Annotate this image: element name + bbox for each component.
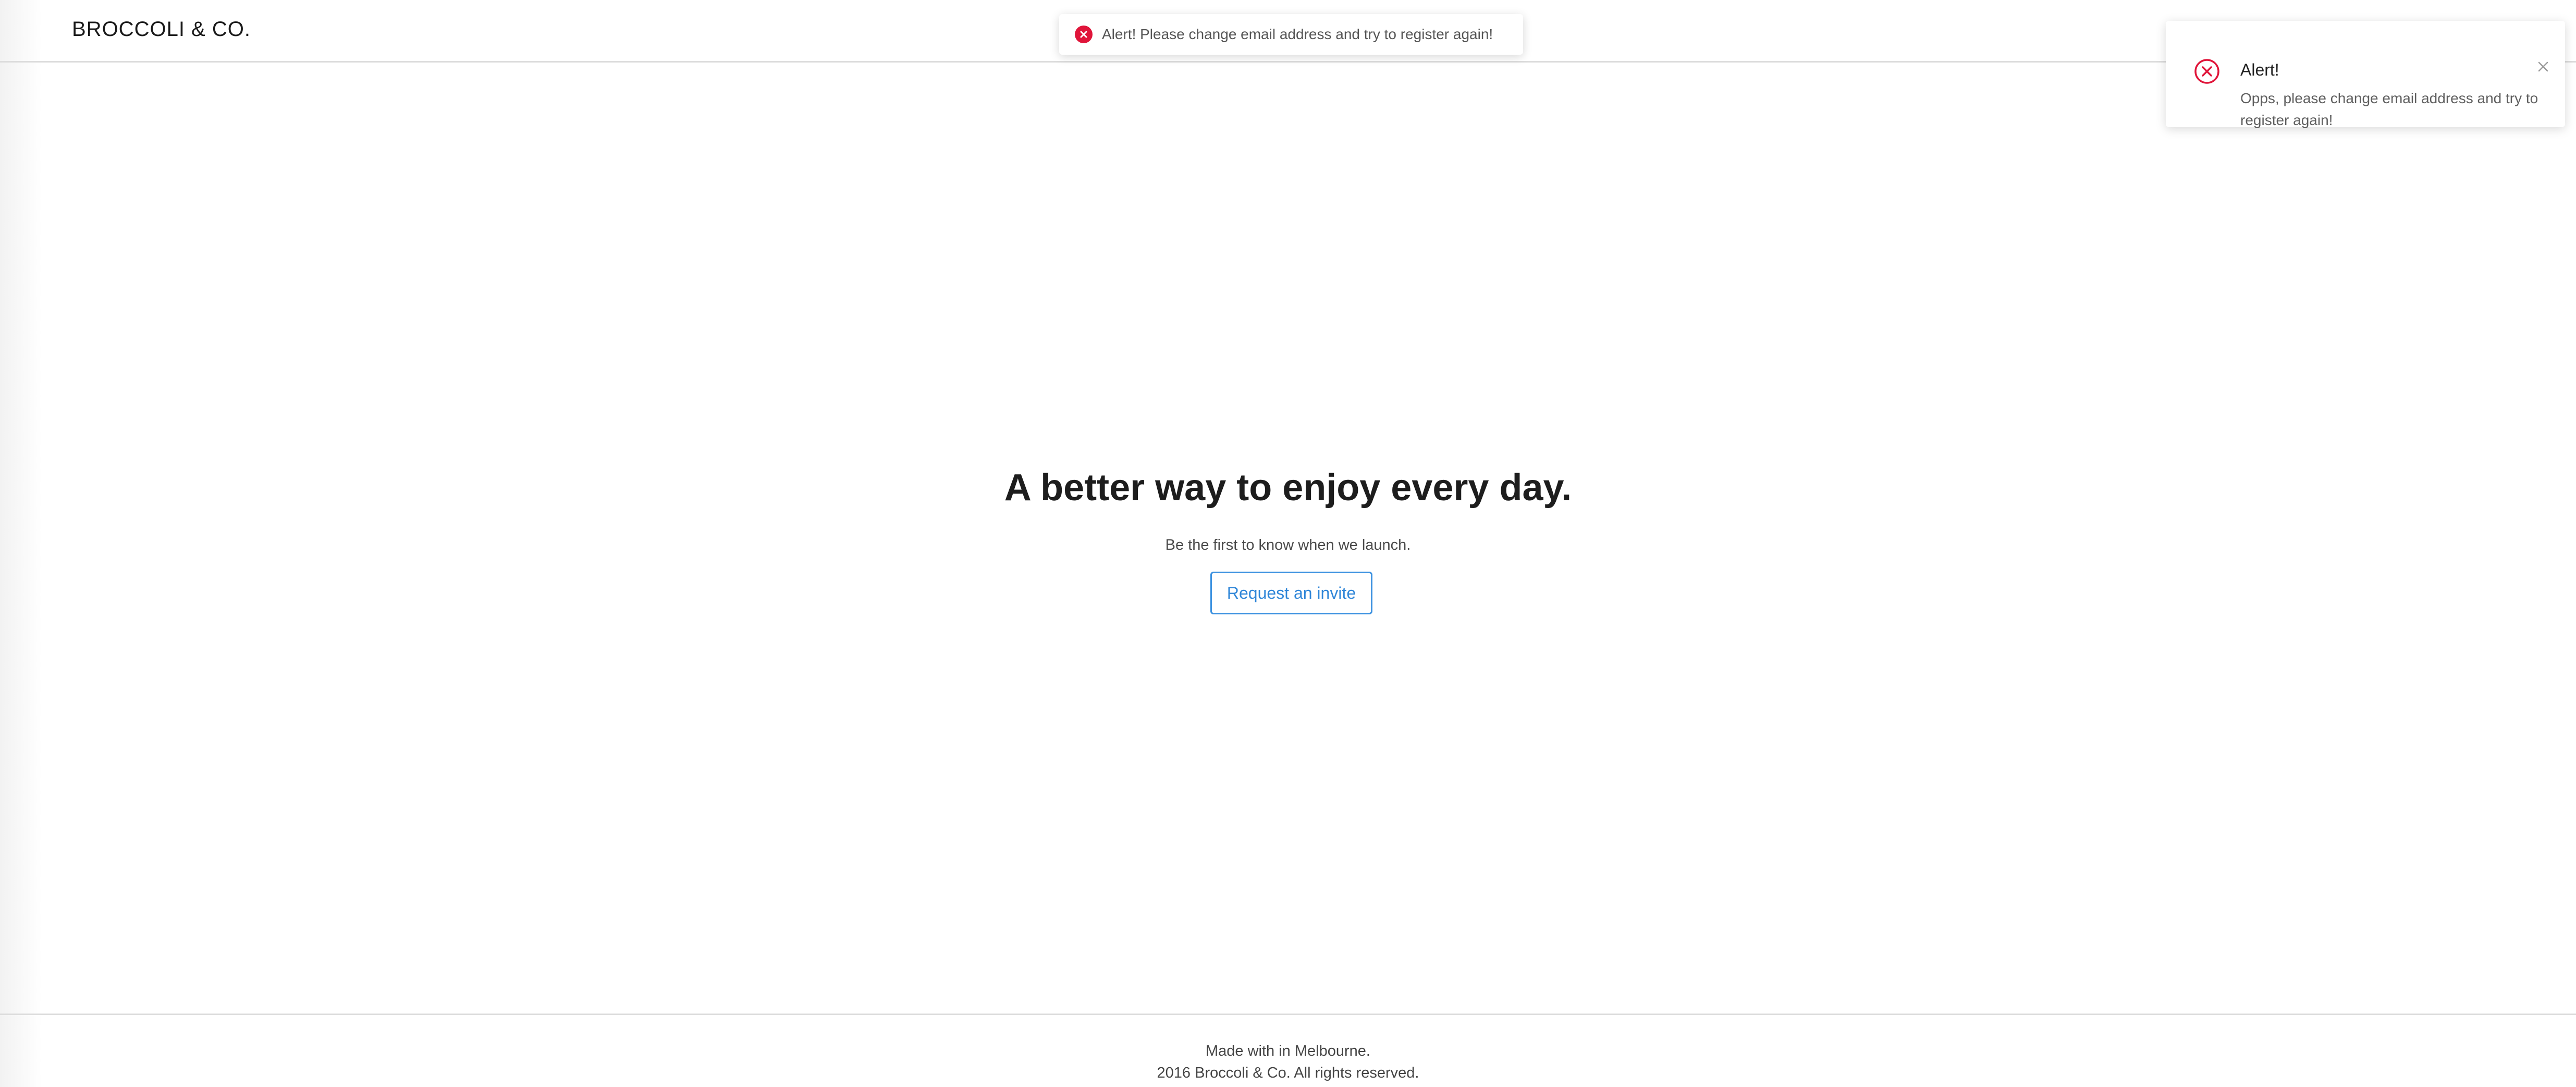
- notification-body: Opps, please change email address and tr…: [2240, 90, 2538, 128]
- hero-subtitle: Be the first to know when we launch.: [1165, 537, 1411, 553]
- request-invite-button[interactable]: Request an invite: [1210, 572, 1372, 614]
- toast-message: Alert! Please change email address and t…: [1102, 26, 1493, 42]
- notification-title: Alert!: [2240, 60, 2279, 79]
- error-circle-outline-icon: [2194, 59, 2219, 84]
- error-circle-icon: [1075, 26, 1093, 43]
- error-toast: Alert! Please change email address and t…: [1059, 14, 1523, 55]
- alert-notification: Alert! Opps, please change email address…: [2166, 21, 2565, 128]
- footer-copyright: 2016 Broccoli & Co. All rights reserved.: [1157, 1065, 1419, 1081]
- brand-logo[interactable]: BROCCOLI & CO.: [72, 18, 251, 41]
- hero-title: A better way to enjoy every day.: [1004, 467, 1572, 509]
- site-footer: Made with in Melbourne. 2016 Broccoli & …: [0, 1014, 2576, 1087]
- close-icon[interactable]: [2536, 59, 2550, 74]
- footer-made-with: Made with in Melbourne.: [1206, 1043, 1370, 1059]
- page: BROCCOLI & CO. Alert! Please change emai…: [0, 0, 2576, 1087]
